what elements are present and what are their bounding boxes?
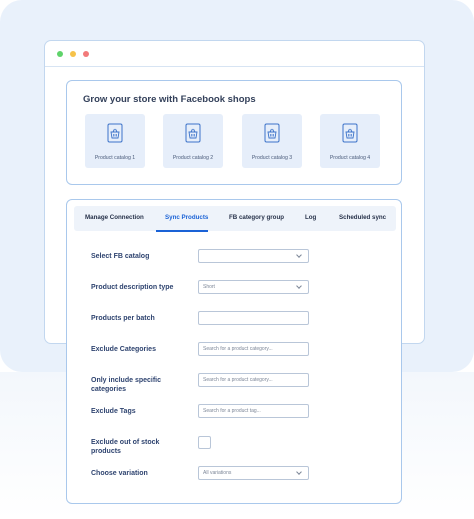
- catalog-label: Product catalog 2: [172, 155, 214, 161]
- window-dot-red[interactable]: [83, 51, 89, 57]
- facebook-shops-card: Grow your store with Facebook shops Prod…: [66, 80, 402, 185]
- window-dot-green[interactable]: [57, 51, 63, 57]
- select-catalog-label: Select FB catalog: [91, 253, 150, 260]
- shopping-basket-icon: [342, 123, 358, 143]
- include-categories-label: Only include specific categories: [91, 377, 162, 393]
- shopping-basket-icon: [264, 123, 280, 143]
- exclude-out-of-stock-checkbox[interactable]: [198, 436, 211, 449]
- shopping-basket-icon: [185, 123, 201, 143]
- window-dot-yellow[interactable]: [70, 51, 76, 57]
- catalog-card-4[interactable]: Product catalog 4: [320, 114, 380, 168]
- chevron-down-icon: [296, 283, 302, 289]
- include-categories-placeholder: Search for a product category...: [203, 377, 273, 383]
- description-type-value: Short: [203, 284, 215, 290]
- titlebar-divider: [45, 66, 424, 67]
- sync-settings-card: Manage Connection Sync Products FB categ…: [66, 199, 402, 504]
- description-type-label: Product description type: [91, 284, 174, 291]
- variation-value: All variations: [203, 470, 232, 476]
- tab-scheduled-sync[interactable]: Scheduled sync: [339, 214, 386, 221]
- include-categories-input[interactable]: Search for a product category...: [198, 373, 309, 387]
- exclude-categories-label: Exclude Categories: [91, 346, 156, 353]
- shopping-basket-icon: [107, 123, 123, 143]
- catalog-card-3[interactable]: Product catalog 3: [242, 114, 302, 168]
- tab-fb-category-group[interactable]: FB category group: [229, 214, 284, 221]
- exclude-tags-label: Exclude Tags: [91, 408, 136, 415]
- chevron-down-icon: [296, 469, 302, 475]
- exclude-categories-placeholder: Search for a product category...: [203, 346, 273, 352]
- exclude-categories-input[interactable]: Search for a product category...: [198, 342, 309, 356]
- tab-sync-products[interactable]: Sync Products: [165, 214, 208, 221]
- catalog-label: Product catalog 4: [329, 155, 371, 161]
- description-type-dropdown[interactable]: Short: [198, 280, 309, 294]
- exclude-tags-placeholder: Search for a product tag...: [203, 408, 261, 414]
- catalog-label: Product catalog 1: [94, 155, 136, 161]
- active-tab-indicator: [156, 230, 208, 232]
- shops-title: Grow your store with Facebook shops: [83, 94, 256, 105]
- window-controls: [57, 51, 89, 57]
- chevron-down-icon: [296, 252, 302, 258]
- variation-label: Choose variation: [91, 470, 148, 477]
- exclude-out-of-stock-label: Exclude out of stock products: [91, 439, 160, 455]
- catalog-label: Product catalog 3: [251, 155, 293, 161]
- tab-log[interactable]: Log: [305, 214, 316, 221]
- select-catalog-dropdown[interactable]: [198, 249, 309, 263]
- catalog-card-1[interactable]: Product catalog 1: [85, 114, 145, 168]
- variation-dropdown[interactable]: All variations: [198, 466, 309, 480]
- tab-manage-connection[interactable]: Manage Connection: [85, 214, 144, 221]
- per-batch-label: Products per batch: [91, 315, 155, 322]
- catalog-card-2[interactable]: Product catalog 2: [163, 114, 223, 168]
- tab-bar: Manage Connection Sync Products FB categ…: [74, 206, 396, 231]
- exclude-tags-input[interactable]: Search for a product tag...: [198, 404, 309, 418]
- per-batch-input[interactable]: [198, 311, 309, 325]
